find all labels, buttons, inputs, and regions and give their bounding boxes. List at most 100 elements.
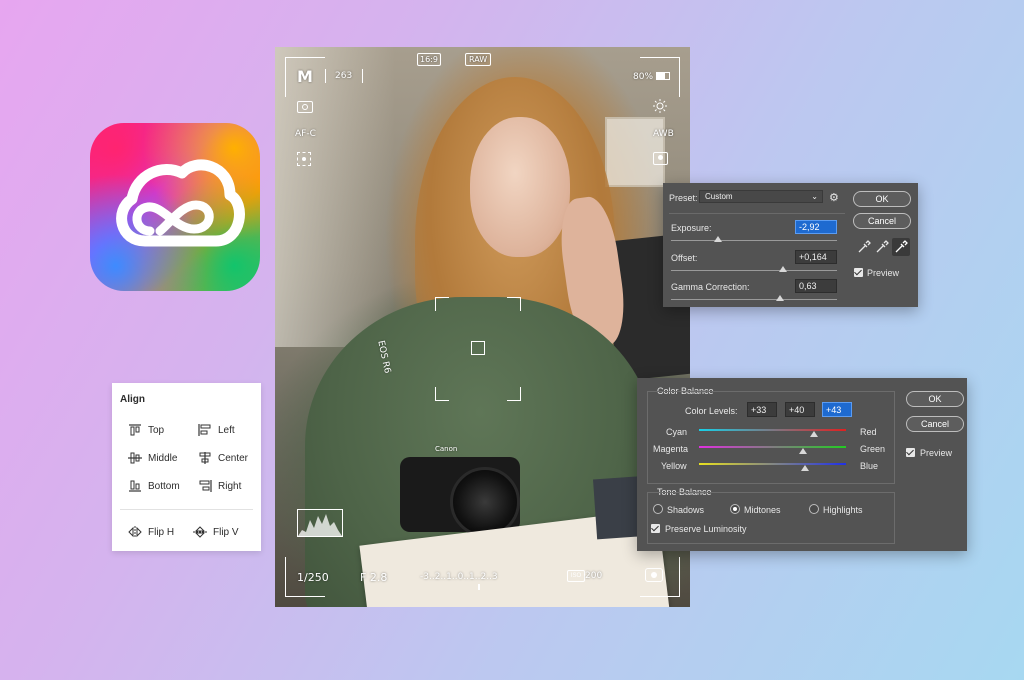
cancel-button[interactable]: Cancel (853, 213, 911, 229)
green-label: Green (860, 444, 886, 454)
align-left-icon (198, 424, 212, 436)
battery-icon (656, 72, 670, 80)
flip-vertical-button[interactable]: Flip V (193, 525, 239, 539)
align-bottom-label: Bottom (148, 480, 180, 492)
exposure-label: Exposure: (671, 223, 712, 233)
offset-slider-thumb[interactable] (779, 266, 787, 272)
align-bottom-button[interactable]: Bottom (128, 479, 180, 493)
eyedropper-gray-icon[interactable] (875, 240, 889, 254)
align-left-button[interactable]: Left (198, 423, 235, 437)
yellow-blue-thumb[interactable] (800, 465, 809, 471)
blue-label: Blue (860, 461, 879, 471)
color-balance-dialog: Color Balance Color Levels: +33 +40 +43 … (637, 378, 967, 551)
aperture: F 2.8 (360, 571, 388, 584)
focus-bracket-tr (507, 297, 521, 311)
iso-badge: ISO (567, 570, 585, 582)
ok-button[interactable]: OK (853, 191, 911, 207)
gamma-input[interactable]: 0,63 (795, 279, 837, 293)
midtones-label: Midtones (744, 505, 781, 515)
focus-bracket-br (507, 387, 521, 401)
photo-viewfinder: Canon EOS R6 M 263 16:9 RAW 80% AF-C AWB… (275, 47, 690, 607)
level-2-input[interactable]: +40 (785, 402, 815, 417)
cancel-button[interactable]: Cancel (906, 416, 964, 432)
align-panel: Align Top Left Middle Center Bottom Righ… (112, 383, 261, 551)
exposure-slider-thumb[interactable] (714, 236, 722, 242)
tone-balance-group (647, 492, 895, 544)
flip-horizontal-button[interactable]: Flip H (128, 525, 174, 539)
exposure-slider-track[interactable] (671, 240, 837, 241)
focus-bracket-bl (435, 387, 449, 401)
preset-dropdown[interactable]: Custom ⌄ (699, 190, 823, 203)
align-panel-title: Align (120, 394, 145, 405)
offset-slider-track[interactable] (671, 270, 837, 271)
exposure-input[interactable]: -2,92 (795, 220, 837, 234)
magenta-label: Magenta (653, 444, 689, 454)
offset-input[interactable]: +0,164 (795, 250, 837, 264)
align-middle-label: Middle (148, 452, 178, 464)
align-middle-button[interactable]: Middle (128, 451, 177, 465)
exposure-indicator (478, 584, 480, 590)
align-right-label: Right (218, 480, 242, 492)
focus-mode[interactable]: AF-C (295, 129, 316, 139)
flip-h-label: Flip H (148, 526, 175, 538)
battery-level: 80% (633, 72, 654, 82)
preserve-luminosity-checkbox[interactable] (651, 524, 660, 533)
gamma-slider-track[interactable] (671, 299, 837, 300)
focus-area-icon[interactable] (297, 152, 311, 166)
align-right-icon (198, 480, 212, 492)
magenta-green-thumb[interactable] (799, 448, 808, 454)
shadows-label: Shadows (667, 505, 705, 515)
histogram (297, 509, 343, 537)
preview-checkbox[interactable] (906, 448, 915, 457)
align-bottom-icon (128, 480, 142, 492)
focus-bracket-tl (435, 297, 449, 311)
align-top-label: Top (148, 424, 165, 436)
align-right-button[interactable]: Right (198, 479, 241, 493)
highlights-label: Highlights (823, 505, 863, 515)
eyedropper-white-icon[interactable] (892, 238, 910, 256)
align-center-button[interactable]: Center (198, 451, 248, 465)
color-levels-label: Color Levels: (685, 406, 738, 416)
gamma-slider-thumb[interactable] (776, 295, 784, 301)
exposure-dialog: Preset: Custom ⌄ ⚙ OK Cancel Exposure: -… (663, 183, 918, 307)
shots-remaining: 263 (335, 71, 353, 81)
ok-button[interactable]: OK (906, 391, 964, 407)
sun-icon[interactable] (653, 99, 667, 113)
focus-point[interactable] (471, 341, 485, 355)
white-balance[interactable]: AWB (653, 129, 674, 139)
cyan-red-track[interactable] (699, 429, 846, 431)
iso-value: 200 (585, 571, 603, 581)
preserve-luminosity-label: Preserve Luminosity (665, 524, 747, 534)
shutter-speed: 1/250 (297, 571, 329, 584)
midtones-radio[interactable] (730, 504, 740, 514)
level-1-input[interactable]: +33 (747, 402, 777, 417)
gear-icon[interactable]: ⚙ (829, 191, 839, 204)
red-label: Red (860, 427, 877, 437)
eyedropper-black-icon[interactable] (857, 240, 871, 254)
magenta-green-track[interactable] (699, 446, 846, 448)
camera-icon[interactable] (297, 101, 313, 113)
creative-cloud-app-icon[interactable] (90, 123, 260, 291)
divider (669, 213, 845, 214)
face (470, 117, 570, 257)
aspect-ratio: 16:9 (420, 55, 438, 64)
camera-logo: Canon (435, 445, 458, 453)
cyan-red-thumb[interactable] (809, 431, 818, 437)
align-top-icon (128, 424, 142, 436)
preset-value: Custom (705, 192, 733, 201)
portrait-mode-icon[interactable] (653, 152, 668, 165)
align-center-label: Center (218, 452, 249, 464)
align-top-button[interactable]: Top (128, 423, 164, 437)
level-3-input[interactable]: +43 (822, 402, 852, 417)
creative-cloud-icon (116, 159, 245, 247)
shadows-radio[interactable] (653, 504, 663, 514)
metering-icon[interactable] (645, 568, 663, 582)
cyan-label: Cyan (666, 427, 688, 437)
shooting-mode: M (297, 67, 313, 86)
flip-v-label: Flip V (213, 526, 239, 538)
offset-label: Offset: (671, 253, 698, 263)
preview-checkbox[interactable] (854, 268, 863, 277)
yellow-blue-track[interactable] (699, 463, 846, 465)
highlights-radio[interactable] (809, 504, 819, 514)
exposure-scale: -3..2..1..0..1..2..3 (420, 572, 498, 582)
